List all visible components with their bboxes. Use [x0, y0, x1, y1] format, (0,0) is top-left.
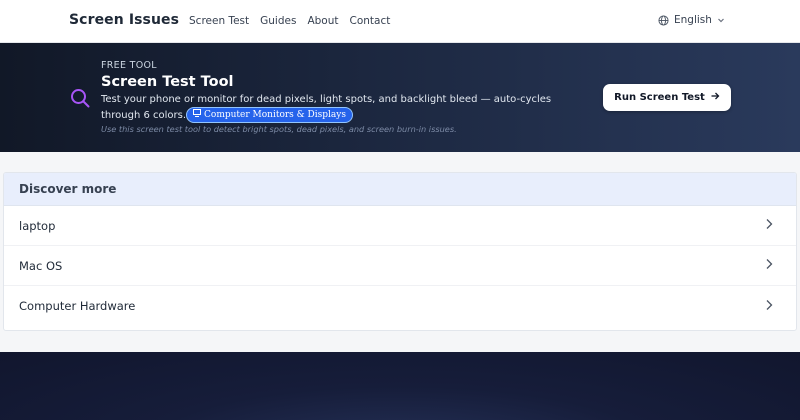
- category-chip[interactable]: Computer Monitors & Displays: [186, 107, 353, 123]
- category-chip-label: Computer Monitors & Displays: [204, 110, 346, 120]
- nav-screen-test[interactable]: Screen Test: [189, 15, 249, 27]
- monitor-icon: [193, 109, 202, 121]
- chevron-right-icon: [764, 218, 774, 233]
- language-label: English: [674, 14, 712, 26]
- hero-banner: FREE TOOL Screen Test Tool Test your pho…: [0, 43, 800, 152]
- globe-icon: [658, 14, 669, 26]
- arrow-right-icon: [710, 91, 720, 104]
- site-footer: [0, 352, 800, 420]
- discover-item[interactable]: Mac OS: [4, 246, 796, 286]
- discover-item-label: Mac OS: [19, 258, 63, 273]
- hero-subtext: Use this screen test tool to detect brig…: [101, 124, 457, 134]
- run-screen-test-button[interactable]: Run Screen Test: [603, 84, 731, 111]
- nav-guides[interactable]: Guides: [260, 15, 296, 27]
- chevron-right-icon: [764, 299, 774, 314]
- discover-more-card: Discover more laptop Mac OS Computer Har…: [3, 172, 797, 331]
- nav-contact[interactable]: Contact: [349, 15, 390, 27]
- page-title: Screen Test Tool: [101, 74, 234, 90]
- discover-item-label: laptop: [19, 218, 56, 233]
- language-selector[interactable]: English: [658, 14, 725, 26]
- chevron-down-icon: [717, 16, 725, 24]
- site-header: Screen Issues Screen Test Guides About C…: [0, 0, 800, 43]
- hero-eyebrow: FREE TOOL: [101, 60, 157, 71]
- nav-about[interactable]: About: [307, 15, 338, 27]
- main-nav: Screen Test Guides About Contact: [189, 15, 390, 27]
- run-screen-test-label: Run Screen Test: [614, 92, 705, 103]
- brand-logo[interactable]: Screen Issues: [69, 12, 179, 28]
- discover-item[interactable]: Computer Hardware: [4, 286, 796, 326]
- discover-more-title: Discover more: [4, 173, 796, 206]
- search-icon: [70, 88, 90, 112]
- discover-item-label: Computer Hardware: [19, 299, 136, 313]
- hero-description: Test your phone or monitor for dead pixe…: [101, 93, 581, 123]
- chevron-right-icon: [764, 258, 774, 273]
- discover-item[interactable]: laptop: [4, 206, 796, 246]
